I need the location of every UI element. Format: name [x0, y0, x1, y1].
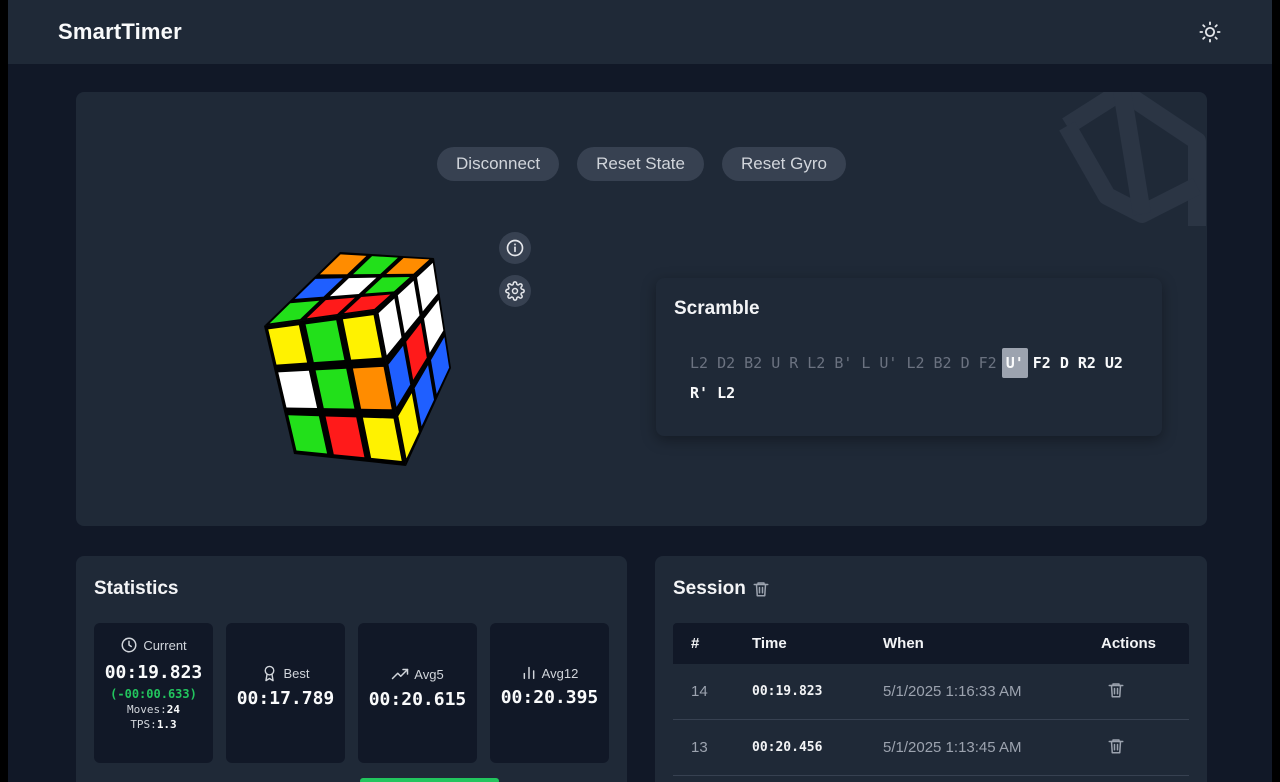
scramble-move: F2 — [978, 354, 997, 372]
stat-value-avg12: 00:20.395 — [500, 687, 599, 708]
scramble-move: R' — [690, 384, 709, 402]
row-when: 5/1/2025 1:16:33 AM — [883, 683, 1022, 700]
stat-diff-current: (-00:00.633) — [110, 687, 197, 701]
sun-icon — [1199, 21, 1221, 43]
stat-card-current: Current 00:19.823 (-00:00.633) Moves:24 … — [94, 623, 213, 763]
scramble-title: Scramble — [674, 298, 760, 319]
stat-card-avg5: Avg5 00:20.615 — [358, 623, 477, 763]
table-row: 14 00:19.823 5/1/2025 1:16:33 AM — [673, 664, 1189, 720]
table-row: 13 00:20.456 5/1/2025 1:13:45 AM — [673, 720, 1189, 776]
scramble-move: D — [1059, 354, 1069, 372]
statistics-title: Statistics — [94, 578, 179, 599]
statistics-panel: Statistics Current 00:19.823 (-00:00.633… — [76, 556, 627, 782]
app-window: SmartTimer Disconnect Reset State Reset … — [8, 0, 1272, 782]
scramble-move: L2 — [717, 384, 736, 402]
theme-toggle-button[interactable] — [1196, 18, 1224, 46]
scramble-move: U2 — [1104, 354, 1123, 372]
trending-up-icon — [392, 668, 409, 680]
gear-icon — [505, 281, 525, 301]
session-header: Session — [673, 578, 770, 600]
stat-label-current: Current — [143, 637, 187, 653]
stat-label-avg12: Avg12 — [541, 665, 579, 681]
row-number: 13 — [691, 739, 708, 756]
cube-3d-view[interactable] — [236, 232, 496, 492]
settings-button[interactable] — [499, 275, 531, 307]
delete-solve-trash-icon[interactable] — [1107, 681, 1125, 699]
session-table-header: # Time When Actions — [673, 623, 1189, 664]
scramble-move: L2 — [906, 354, 925, 372]
row-actions — [1101, 737, 1189, 759]
stat-label-best: Best — [283, 666, 310, 681]
session-panel: Session # Time When Actions 14 00:19.823… — [655, 556, 1207, 782]
disconnect-button[interactable]: Disconnect — [437, 147, 560, 181]
info-button[interactable] — [499, 232, 531, 264]
clock-icon — [121, 637, 137, 653]
stat-value-current: 00:19.823 — [104, 662, 203, 683]
scramble-sequence: L2 D2 B2 U R L2 B' L U' L2 B2 D F2 U' F2 D R2 U2 R' L2 — [686, 348, 1146, 408]
award-icon — [265, 665, 275, 682]
row-time: 00:19.823 — [752, 684, 823, 699]
scramble-move: U' — [1001, 348, 1028, 378]
clear-session-trash-icon[interactable] — [752, 580, 770, 598]
scramble-move: D2 — [717, 354, 736, 372]
bottom-progress-strip — [360, 778, 499, 782]
scramble-move: F2 — [1032, 354, 1051, 372]
stat-value-avg5: 00:20.615 — [368, 689, 467, 710]
row-actions — [1101, 681, 1189, 703]
session-title: Session — [673, 578, 746, 599]
col-header-number: # — [691, 635, 700, 652]
row-number: 14 — [691, 683, 708, 700]
scramble-move: B2 — [933, 354, 952, 372]
col-header-actions: Actions — [1101, 635, 1157, 652]
stat-moves: Moves:24 — [127, 703, 180, 716]
scramble-move: D — [960, 354, 970, 372]
scramble-move: U — [771, 354, 781, 372]
top-bar: SmartTimer — [8, 0, 1272, 64]
reset-state-button[interactable]: Reset State — [577, 147, 704, 181]
stat-tps: TPS:1.3 — [130, 718, 177, 731]
row-time: 00:20.456 — [752, 740, 823, 755]
scramble-move: B2 — [744, 354, 763, 372]
scramble-move: U' — [879, 354, 898, 372]
scramble-move: L2 — [807, 354, 826, 372]
info-icon — [506, 239, 524, 257]
bar-chart-icon — [523, 666, 535, 680]
col-header-when: When — [883, 635, 924, 652]
cube-panel: Disconnect Reset State Reset Gyro Scramb… — [76, 92, 1207, 526]
col-header-time: Time — [752, 635, 787, 652]
scramble-move: R2 — [1077, 354, 1096, 372]
row-when: 5/1/2025 1:13:45 AM — [883, 739, 1022, 756]
stat-card-best: Best 00:17.789 — [226, 623, 345, 763]
scramble-move: R — [789, 354, 799, 372]
stat-value-best: 00:17.789 — [236, 688, 335, 709]
session-table: # Time When Actions 14 00:19.823 5/1/202… — [673, 623, 1189, 776]
scramble-move: L — [861, 354, 871, 372]
brand-title: SmartTimer — [58, 19, 182, 44]
scramble-move: L2 — [690, 354, 709, 372]
scramble-move: B' — [834, 354, 853, 372]
reset-gyro-button[interactable]: Reset Gyro — [721, 147, 846, 181]
delete-solve-trash-icon[interactable] — [1107, 737, 1125, 755]
stat-card-avg12: Avg12 00:20.395 — [490, 623, 609, 763]
scramble-card: Scramble L2 D2 B2 U R L2 B' L U' L2 B2 D F2 U' F2 D R2 U2… — [656, 278, 1162, 436]
device-controls: Disconnect Reset State Reset Gyro — [76, 147, 1207, 181]
stat-label-avg5: Avg5 — [414, 666, 444, 682]
